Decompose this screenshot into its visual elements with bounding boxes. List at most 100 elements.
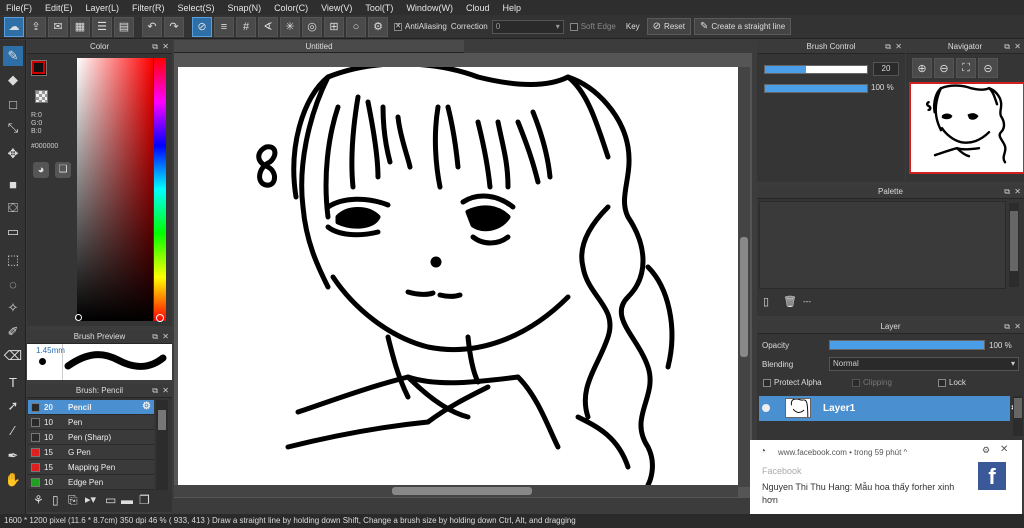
brush-opacity-slider[interactable] xyxy=(764,84,868,93)
close-icon[interactable]: ✕ xyxy=(1000,444,1008,455)
divide-tool-icon[interactable]: ⁄ xyxy=(3,420,23,440)
brush-icon[interactable]: ⚘ xyxy=(33,493,44,507)
correction-brush-icon[interactable]: ⤡ xyxy=(3,118,23,138)
palette-swatches-area[interactable] xyxy=(759,201,1006,289)
select-eraser-icon[interactable]: ⌫ xyxy=(3,346,23,366)
close-icon[interactable]: ✕ xyxy=(162,40,169,53)
eyedropper-icon[interactable]: ✒ xyxy=(3,446,23,466)
brush-item-pencil[interactable]: 20 Pencil ⚙ xyxy=(28,400,154,415)
clipping-toggle[interactable]: Clipping xyxy=(852,378,892,387)
undock-icon[interactable]: ⧉ xyxy=(152,40,158,53)
close-icon[interactable]: ✕ xyxy=(162,330,169,343)
navigator-preview[interactable] xyxy=(909,82,1024,174)
brush-item-mapping-pen[interactable]: 15 Mapping Pen xyxy=(28,460,154,475)
fit-screen-icon[interactable]: ⛶ xyxy=(956,58,976,78)
zoom-reset-icon[interactable]: ⊝ xyxy=(978,58,998,78)
zoom-in-icon[interactable]: ⊕ xyxy=(912,58,932,78)
select-rect-icon[interactable]: ⬚ xyxy=(3,250,23,270)
menu-color[interactable]: Color(C) xyxy=(268,3,315,13)
undock-icon[interactable]: ⧉ xyxy=(885,40,891,53)
soft-edge-toggle[interactable]: Soft Edge xyxy=(569,22,616,31)
folder-icon[interactable]: ▬ xyxy=(121,493,133,507)
undock-icon[interactable]: ⧉ xyxy=(152,330,158,343)
snap-settings-icon[interactable]: ⚙ xyxy=(368,16,388,37)
menu-snap[interactable]: Snap(N) xyxy=(222,3,269,13)
foreground-color-swatch[interactable] xyxy=(32,61,45,74)
fill-rect-tool-icon[interactable]: ■ xyxy=(3,174,23,194)
undock-icon[interactable]: ⧉ xyxy=(1004,185,1010,198)
layer-opacity-slider[interactable] xyxy=(829,340,985,350)
snap-radial-icon[interactable]: ✳ xyxy=(280,16,300,37)
scrollbar-thumb[interactable] xyxy=(1014,398,1022,418)
layer-name[interactable]: Layer1 xyxy=(823,403,855,414)
close-icon[interactable]: ✕ xyxy=(895,40,902,53)
soft-edge-checkbox[interactable] xyxy=(569,22,578,31)
menu-view[interactable]: View(V) xyxy=(315,3,359,13)
menu-select[interactable]: Select(S) xyxy=(172,3,222,13)
eye-icon[interactable] xyxy=(762,404,770,412)
menu-file[interactable]: File(F) xyxy=(0,3,39,13)
magic-wand-icon[interactable]: ✧ xyxy=(3,298,23,318)
color-history-icon[interactable]: ❏ xyxy=(55,162,71,178)
undock-icon[interactable]: ⧉ xyxy=(1004,40,1010,53)
snap-crisscross-icon[interactable]: # xyxy=(236,16,256,37)
scrollbar-thumb[interactable] xyxy=(158,410,166,430)
hue-slider-handle[interactable] xyxy=(156,314,164,322)
sv-picker-cursor[interactable] xyxy=(75,314,82,321)
snap-parallel-icon[interactable]: ≡ xyxy=(214,16,234,37)
canvas-vertical-scrollbar[interactable] xyxy=(738,67,750,487)
snap-off-icon[interactable]: ⊘ xyxy=(192,16,212,37)
gradient-tool-icon[interactable]: ▭ xyxy=(3,222,23,242)
undock-icon[interactable]: ⧉ xyxy=(152,384,158,397)
scrollbar-thumb[interactable] xyxy=(392,487,532,495)
snap-circle-icon[interactable]: ◎ xyxy=(302,16,322,37)
move-tool-icon[interactable]: ✥ xyxy=(3,144,23,164)
eraser-tool-icon[interactable]: ◆ xyxy=(3,70,23,90)
lock-checkbox[interactable] xyxy=(938,378,946,387)
bucket-tool-icon[interactable]: ⛋ xyxy=(3,198,23,218)
brush-list-scrollbar[interactable] xyxy=(156,400,168,490)
brush-tool-icon[interactable]: ✎ xyxy=(3,46,23,66)
layer-scrollbar[interactable] xyxy=(1013,396,1023,436)
document-icon[interactable]: ▭ xyxy=(105,493,116,507)
clipping-checkbox[interactable] xyxy=(852,378,860,387)
transparent-color-swatch[interactable] xyxy=(35,90,48,103)
scrollbar-thumb[interactable] xyxy=(1010,211,1018,271)
trash-icon[interactable]: 🗑 xyxy=(783,295,797,308)
gear-icon[interactable]: ⚙ xyxy=(142,401,151,412)
close-icon[interactable]: ✕ xyxy=(1014,320,1021,333)
brush-item-edge-pen[interactable]: 10 Edge Pen xyxy=(28,475,154,490)
menu-cloud[interactable]: Cloud xyxy=(460,3,497,13)
drawing-canvas[interactable] xyxy=(178,67,738,485)
cloud-icon[interactable]: ☁ xyxy=(4,16,24,37)
layer-row-layer1[interactable]: Layer1 ⚙ xyxy=(759,396,1022,421)
menu-help[interactable]: Help xyxy=(496,3,528,13)
protect-alpha-toggle[interactable]: Protect Alpha xyxy=(763,378,822,387)
list-icon[interactable]: ☰ xyxy=(92,16,112,37)
zoom-out-icon[interactable]: ⊖ xyxy=(934,58,954,78)
close-icon[interactable]: ✕ xyxy=(1014,185,1021,198)
menu-filter[interactable]: Filter(R) xyxy=(126,3,172,13)
hand-tool-icon[interactable]: ✋ xyxy=(3,470,23,490)
copy-icon[interactable]: ⎘ xyxy=(68,493,78,508)
correction-select[interactable]: 0 ▾ xyxy=(491,19,564,34)
palette-scrollbar[interactable] xyxy=(1009,203,1019,287)
protect-alpha-checkbox[interactable] xyxy=(763,378,771,387)
redo-icon[interactable]: ↷ xyxy=(164,16,184,37)
antialiasing-checkbox[interactable]: ✕ xyxy=(394,22,402,31)
snap-vanishing-icon[interactable]: ∢ xyxy=(258,16,278,37)
dropdown-icon[interactable]: ▸▾ xyxy=(85,493,96,506)
close-icon[interactable]: ✕ xyxy=(162,384,169,397)
hue-slider[interactable] xyxy=(154,58,166,321)
snap-curve-icon[interactable]: ⊞ xyxy=(324,16,344,37)
layers-icon[interactable]: ▤ xyxy=(114,16,134,37)
undock-icon[interactable]: ⧉ xyxy=(1004,320,1010,333)
lock-toggle[interactable]: Lock xyxy=(938,378,966,387)
antialiasing-toggle[interactable]: ✕ AntiAliasing xyxy=(394,22,447,31)
blending-select[interactable]: Normal ▾ xyxy=(829,357,1019,371)
color-wheel-icon[interactable]: ◕ xyxy=(33,162,49,178)
straight-line-button[interactable]: ✎ Create a straight line xyxy=(693,18,792,35)
new-page-icon[interactable]: ▯ xyxy=(763,295,769,308)
undo-icon[interactable]: ↶ xyxy=(142,16,162,37)
duplicate-icon[interactable]: ❐ xyxy=(139,493,150,507)
